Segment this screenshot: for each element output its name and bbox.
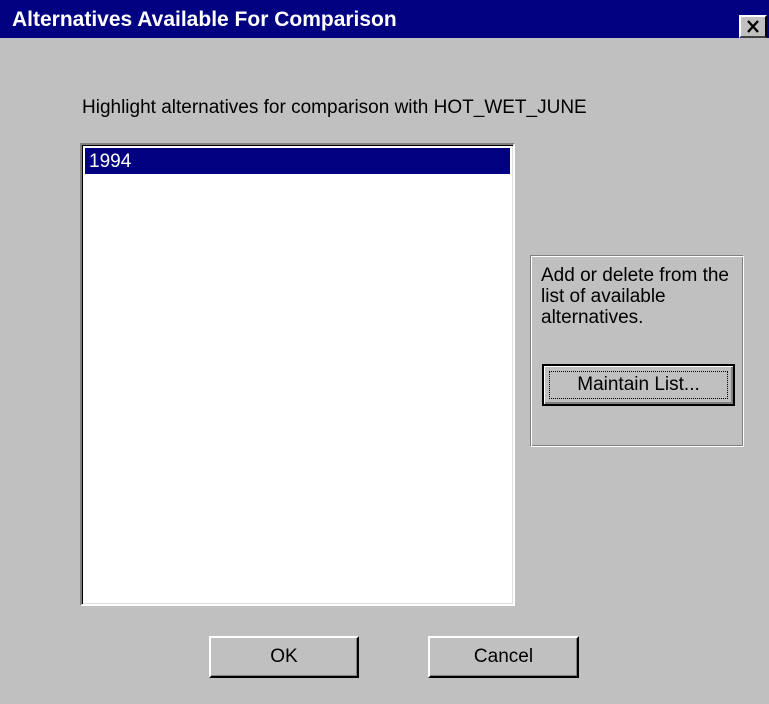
title-bar[interactable]: Alternatives Available For Comparison [0,0,769,38]
maintain-group-box: Add or delete from the list of available… [530,255,744,447]
instruction-label: Highlight alternatives for comparison wi… [82,97,587,118]
maintain-description: Add or delete from the list of available… [541,265,729,328]
alternatives-listbox[interactable]: 1994 [80,143,515,606]
dialog-window: Alternatives Available For Comparison Hi… [0,0,769,704]
window-title: Alternatives Available For Comparison [12,8,397,31]
close-icon [747,20,759,33]
list-item[interactable]: 1994 [85,148,510,174]
maintain-list-label: Maintain List... [549,371,728,399]
cancel-button[interactable]: Cancel [428,636,579,678]
ok-button[interactable]: OK [209,636,359,678]
close-button[interactable] [739,15,767,38]
maintain-list-button[interactable]: Maintain List... [542,364,735,406]
